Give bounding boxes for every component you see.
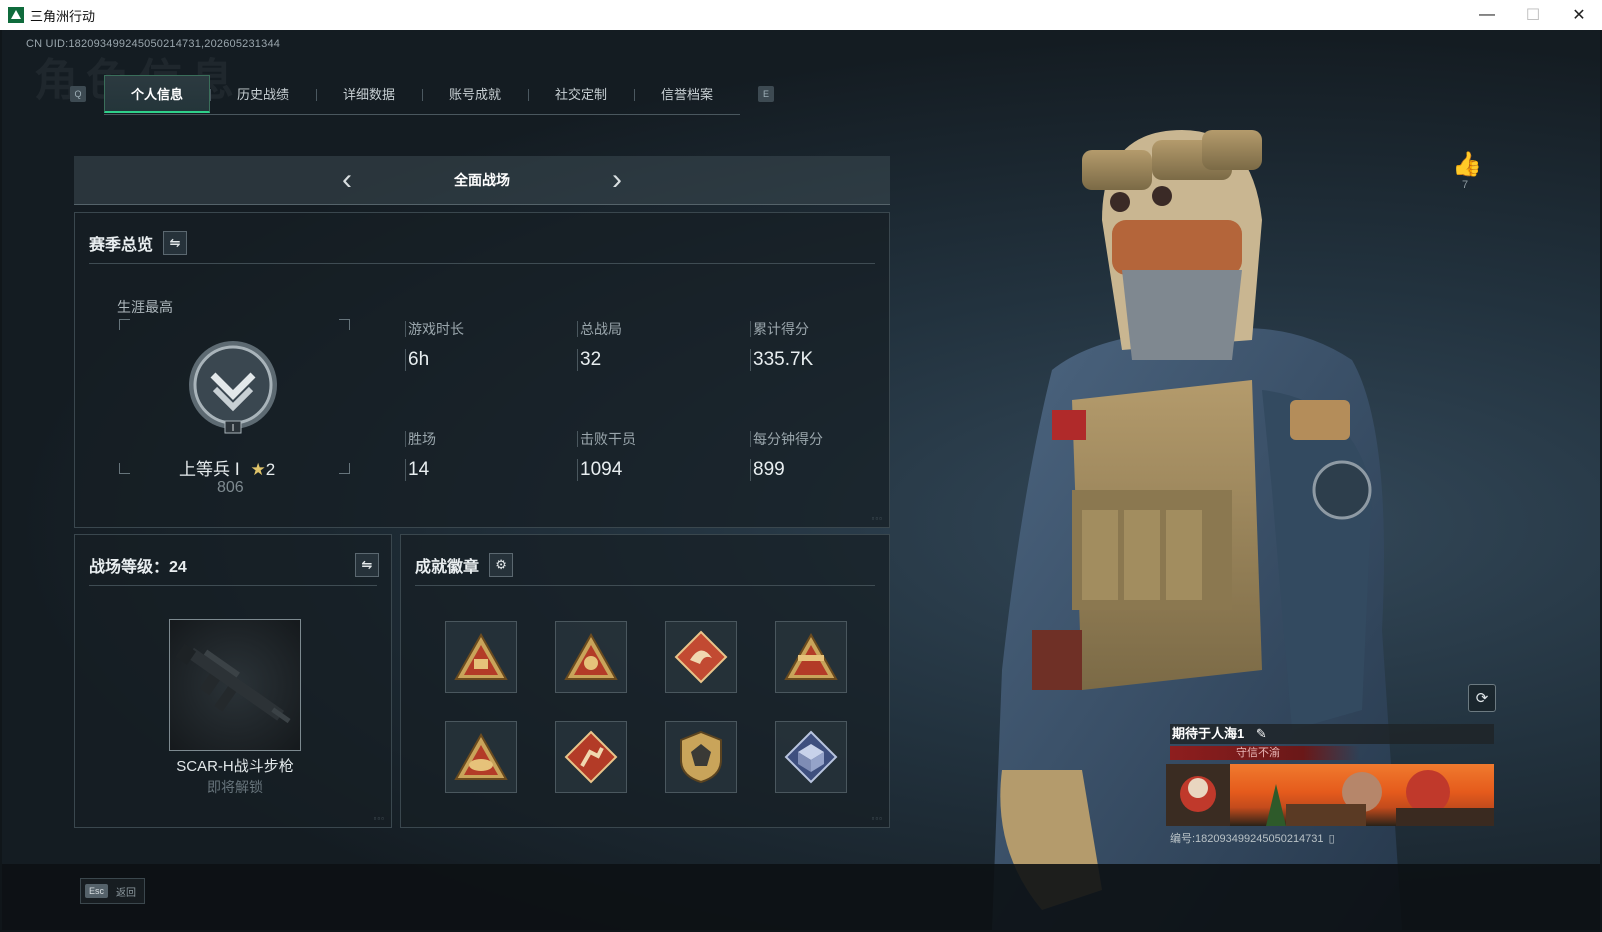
- player-id: 编号:18209349924505021473​1: [1170, 833, 1324, 845]
- stat-label: 总战局: [577, 321, 622, 337]
- swap-icon[interactable]: ⇋: [163, 231, 188, 255]
- stat-label: 累计得分: [750, 321, 809, 337]
- weapon-status: 即将解锁: [207, 779, 263, 795]
- tab-credit-record[interactable]: 信誉档案: [634, 75, 740, 113]
- mode-prev-button[interactable]: ‹: [327, 156, 367, 204]
- tab-next-key[interactable]: E: [758, 86, 774, 102]
- player-card: 期待于人海1 ✎ 守信不渝 编号:18209349924505021473​1 …: [1166, 722, 1494, 848]
- player-id-row: 编号:18209349924505021473​1 ▯: [1170, 830, 1335, 846]
- maximize-button[interactable]: ☐: [1510, 0, 1556, 30]
- player-name-row: 期待于人海1 ✎: [1170, 724, 1494, 744]
- player-tag: 守信不渝: [1170, 746, 1360, 760]
- bottom-bar: Esc 返回: [2, 864, 1600, 930]
- tab-match-history[interactable]: 历史战绩: [210, 75, 316, 113]
- close-button[interactable]: ✕: [1556, 0, 1602, 30]
- stat-label: 游戏时长: [405, 321, 464, 337]
- badge-shield-icon: [680, 730, 722, 784]
- stat-total-matches: 总战局 32: [577, 319, 622, 371]
- badge-item[interactable]: [775, 721, 847, 793]
- tab-personal-info[interactable]: 个人信息: [104, 74, 210, 113]
- badge-item[interactable]: [665, 621, 737, 693]
- esc-key: Esc: [85, 884, 109, 898]
- swap-icon[interactable]: ⇋: [355, 553, 379, 577]
- tab-bar: Q 个人信息 历史战绩 详细数据 账号成就 社交定制 信誉档案 E: [70, 74, 774, 115]
- battlefield-level-panel: 战场等级：24 ⇋ SCAR-H战斗步枪 即将解锁 ▫▫▫: [74, 534, 392, 828]
- stat-label: 击败干员: [577, 431, 636, 447]
- window-titlebar: 三角洲行动 — ☐ ✕: [0, 0, 1602, 30]
- stat-value: 6h: [405, 349, 464, 371]
- rank-emblem-icon: I: [189, 341, 277, 434]
- rank-name: 上等兵 Ⅰ: [179, 460, 240, 479]
- like-widget[interactable]: 👍 7: [1452, 150, 1482, 191]
- gear-icon[interactable]: ⚙: [489, 553, 514, 577]
- app-logo-icon: [8, 7, 24, 23]
- uid-text: CN UID:18209349924505021473​1,2026052313…: [26, 38, 281, 50]
- stat-label: 胜场: [405, 431, 436, 447]
- stat-total-score: 累计得分 335.7K: [750, 319, 813, 371]
- badge-runner-icon: [564, 730, 618, 784]
- player-tag-text: 守信不渝: [1236, 747, 1280, 759]
- weapon-name: SCAR-H战斗步枪: [176, 758, 294, 775]
- mode-selector: ‹ 全面战场 ›: [74, 156, 890, 205]
- stat-value: 335.7K: [750, 349, 813, 371]
- window-title: 三角洲行动: [30, 8, 96, 24]
- badges-title: 成就徽章: [415, 559, 480, 576]
- stat-wins: 胜场 14: [405, 429, 436, 481]
- badge-soldier-icon: [564, 633, 618, 680]
- badge-tower-icon: [784, 633, 838, 680]
- badge-item[interactable]: [775, 621, 847, 693]
- rank-tier-label: I: [232, 423, 235, 434]
- player-banner-image: [1166, 764, 1494, 826]
- game-viewport: 角色信息 CN UID:18209349924505021473​1,20260…: [2, 30, 1600, 930]
- badge-sb-icon: [454, 633, 508, 680]
- rank-points: 806: [217, 479, 244, 496]
- badge-item[interactable]: [665, 721, 737, 793]
- stat-value: 899: [750, 459, 823, 481]
- stat-value: 32: [577, 349, 622, 371]
- rank-name-row: 上等兵 Ⅰ ★2: [179, 455, 275, 480]
- season-overview-title: 赛季总览: [89, 237, 154, 254]
- badge-cube-icon: [784, 730, 838, 784]
- season-overview-panel: 赛季总览 ⇋ 生涯最高 I 上等兵 Ⅰ ★2 806 游戏时长 6h 总战局 3…: [74, 212, 890, 528]
- stat-label: 每分钟得分: [750, 431, 823, 447]
- achievement-badges-panel: 成就徽章 ⚙ ▫▫▫: [400, 534, 890, 828]
- player-name: 期待于人海1: [1172, 726, 1245, 741]
- tab-prev-key[interactable]: Q: [70, 86, 86, 102]
- minimize-button[interactable]: —: [1464, 0, 1510, 30]
- stat-value: 1094: [577, 459, 636, 481]
- stat-play-time: 游戏时长 6h: [405, 319, 464, 371]
- badge-dragon-icon: [674, 630, 728, 684]
- rank-stars: 2: [265, 460, 276, 479]
- badge-item[interactable]: [555, 621, 627, 693]
- back-button[interactable]: Esc 返回: [80, 878, 146, 904]
- badge-item[interactable]: [445, 721, 517, 793]
- like-count: 7: [1461, 179, 1469, 191]
- refresh-icon[interactable]: ⟳: [1468, 684, 1496, 712]
- copy-icon[interactable]: ▯: [1329, 833, 1335, 845]
- tab-social-custom[interactable]: 社交定制: [528, 75, 634, 113]
- mode-next-button[interactable]: ›: [597, 156, 637, 204]
- stat-kills: 击败干员 1094: [577, 429, 636, 481]
- tab-achievements[interactable]: 账号成就: [422, 75, 528, 113]
- back-label: 返回: [116, 887, 137, 899]
- battlefield-level-title: 战场等级：24: [89, 559, 187, 576]
- thumbs-up-icon: 👍: [1452, 151, 1482, 178]
- stat-score-per-minute: 每分钟得分 899: [750, 429, 823, 481]
- tab-detailed-data[interactable]: 详细数据: [316, 75, 422, 113]
- career-best-label: 生涯最高: [117, 299, 173, 315]
- badge-item[interactable]: [555, 721, 627, 793]
- stat-value: 14: [405, 459, 436, 481]
- rifle-icon: [175, 643, 291, 724]
- edit-icon[interactable]: ✎: [1256, 726, 1267, 741]
- badge-hat-icon: [454, 733, 508, 780]
- weapon-unlock-card[interactable]: [169, 619, 301, 751]
- mode-title: 全面战场: [454, 172, 510, 188]
- star-icon: ★: [250, 460, 266, 479]
- badge-item[interactable]: [445, 621, 517, 693]
